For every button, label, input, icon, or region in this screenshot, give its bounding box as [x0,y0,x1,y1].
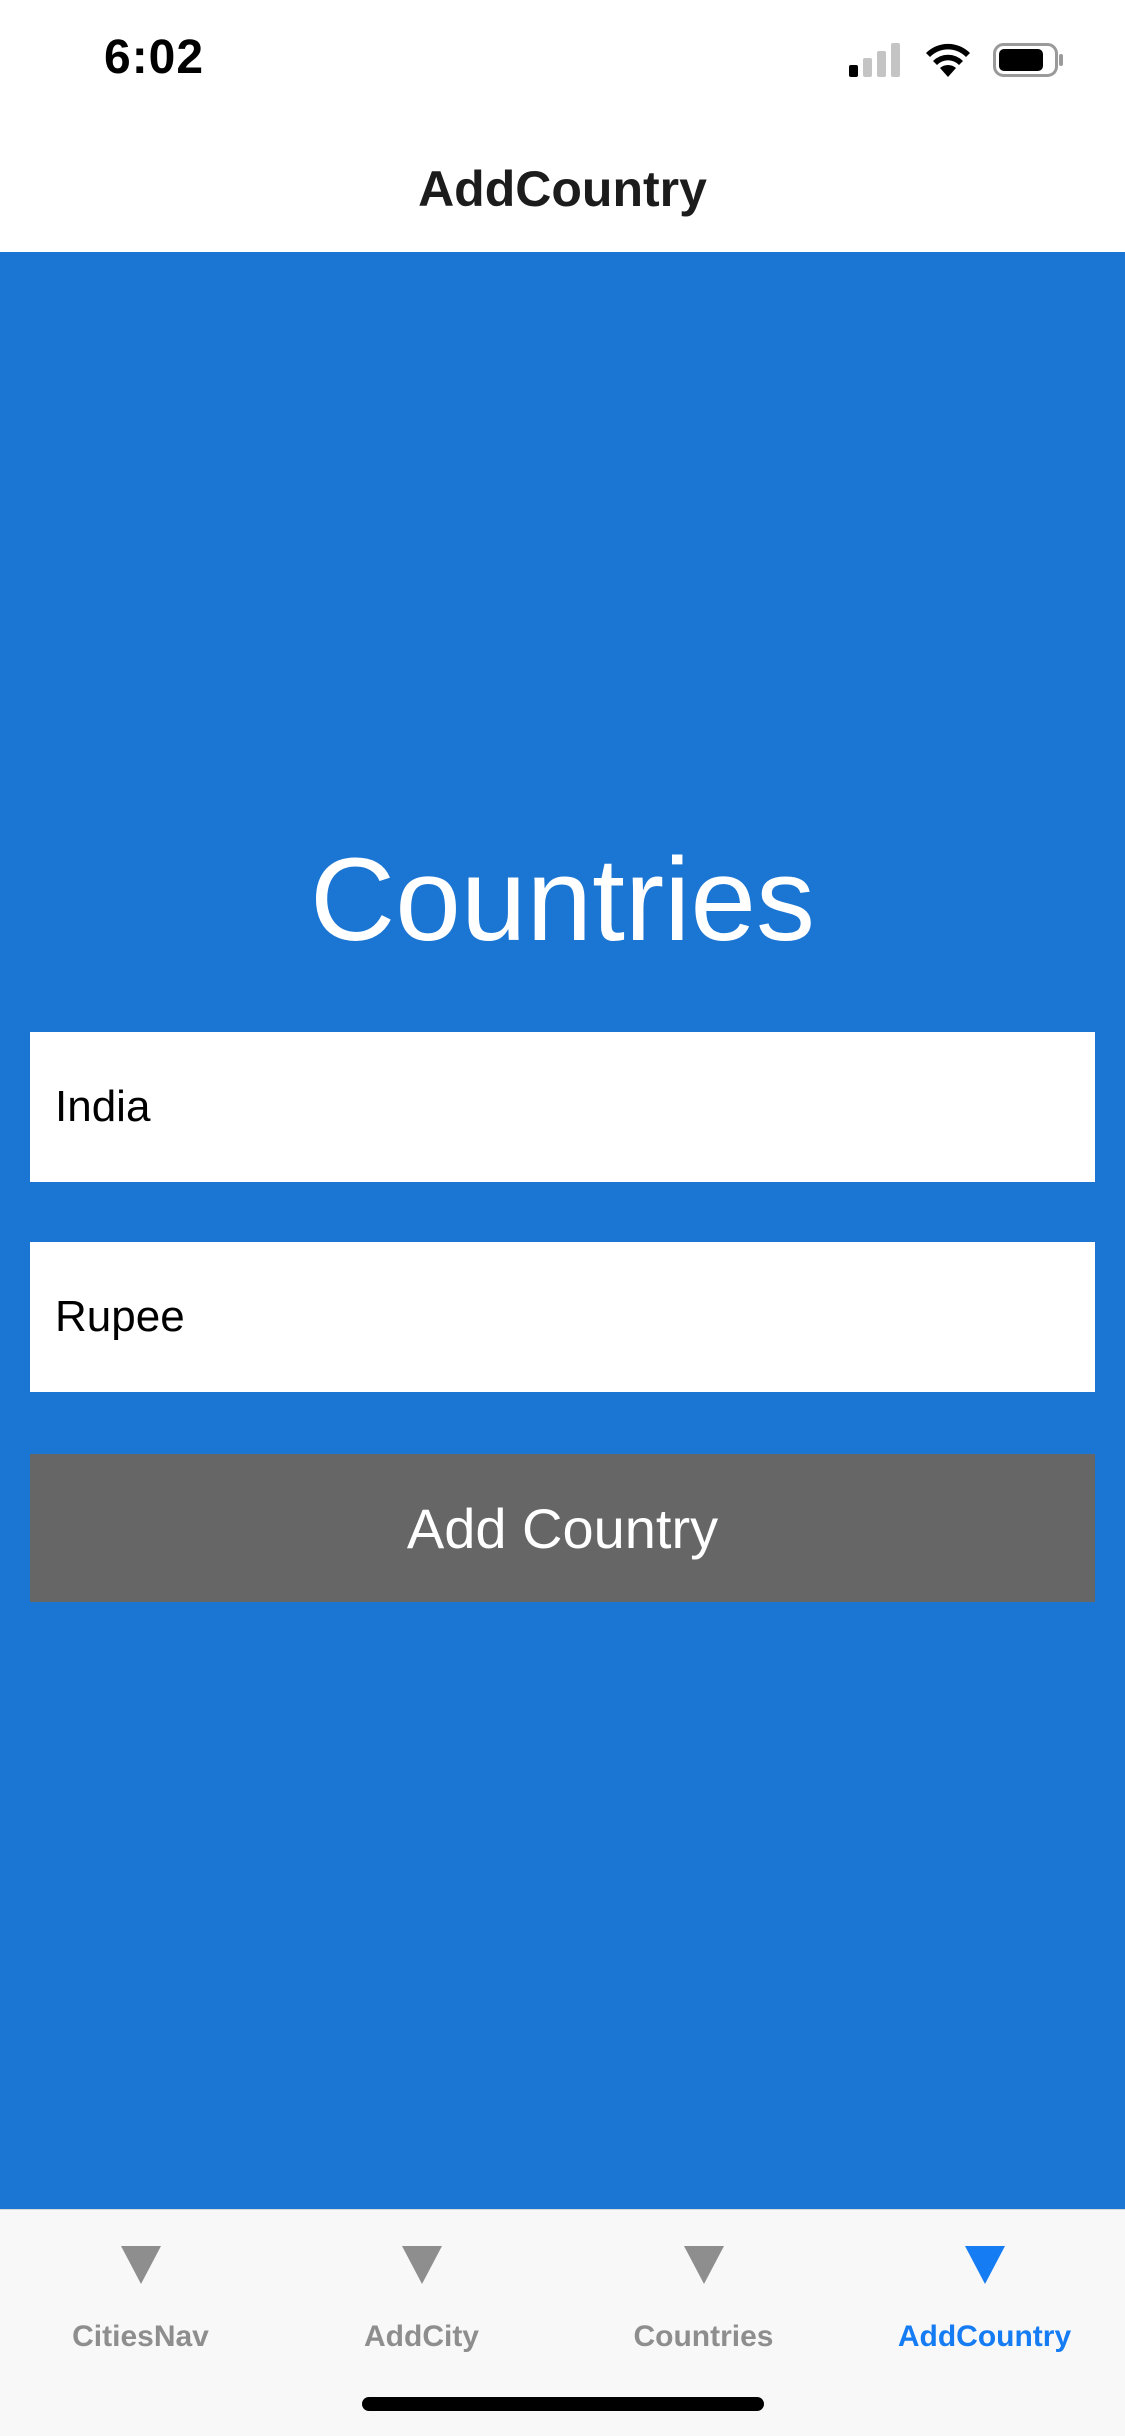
status-bar: 6:02 [0,0,1125,125]
tab-label: AddCity [364,2320,479,2353]
add-country-button-label: Add Country [406,1496,719,1560]
tab-addcity[interactable]: AddCity [281,2210,562,2390]
currency-field[interactable]: Rupee [30,1242,1095,1392]
tab-label: AddCountry [897,2320,1072,2353]
status-time: 6:02 [104,31,205,84]
wifi-icon [926,43,970,77]
triangle-down-icon [683,2246,724,2284]
triangle-down-icon [120,2246,161,2284]
home-indicator [362,2397,764,2411]
country-name-value: India [55,1082,151,1131]
cellular-signal-icon [849,43,900,77]
battery-icon [993,43,1063,77]
triangle-down-icon [401,2246,442,2284]
currency-value: Rupee [55,1292,185,1341]
add-country-button[interactable]: Add Country [30,1454,1095,1602]
country-name-field[interactable]: India [30,1032,1095,1182]
status-icons [849,40,1065,80]
triangle-down-icon [964,2246,1005,2284]
tab-citiesnav[interactable]: CitiesNav [0,2210,281,2390]
nav-bar: AddCountry [0,125,1125,252]
tab-label: CitiesNav [72,2320,209,2353]
nav-title: AddCountry [418,160,707,217]
main-content: Countries India Rupee Add Country [0,252,1125,2209]
tab-addcountry[interactable]: AddCountry [844,2210,1125,2390]
tab-countries[interactable]: Countries [563,2210,844,2390]
tab-label: Countries [633,2320,774,2353]
page-heading: Countries [309,834,815,966]
